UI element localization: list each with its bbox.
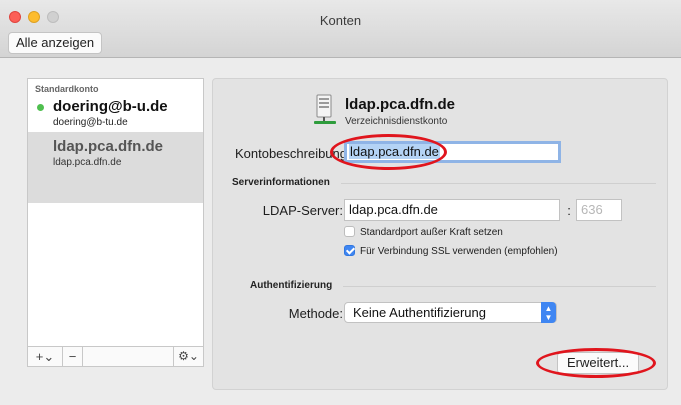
auth-section-divider	[343, 286, 656, 287]
chevron-updown-icon: ▲ ▼	[541, 302, 556, 323]
title-bar: Konten Alle anzeigen	[0, 0, 681, 58]
default-account-header: Standardkonto	[35, 84, 99, 94]
remove-account-button[interactable]: −	[63, 347, 83, 366]
sidebar-toolbar: +⌄ − ⚙⌄	[28, 346, 203, 366]
auth-method-value: Keine Authentifizierung	[353, 305, 486, 320]
description-value: ldap.pca.dfn.de	[349, 144, 440, 159]
default-port-checkbox[interactable]	[344, 226, 355, 237]
add-account-button[interactable]: +⌄	[28, 347, 63, 366]
ssl-label: Für Verbindung SSL verwenden (empfohlen)	[360, 246, 558, 257]
online-status-icon	[37, 104, 44, 111]
description-field[interactable]: ldap.pca.dfn.de	[344, 141, 561, 163]
account-detail-panel: ldap.pca.dfn.de Verzeichnisdienstkonto K…	[212, 78, 668, 390]
account-name: ldap.pca.dfn.de	[53, 138, 164, 155]
accounts-window: Konten Alle anzeigen Standardkonto doeri…	[0, 0, 681, 405]
auth-section-title: Authentifizierung	[250, 280, 333, 291]
server-section-divider	[341, 183, 656, 184]
gear-menu-button[interactable]: ⚙⌄	[173, 347, 203, 366]
sidebar-item-ldap-account[interactable]: ldap.pca.dfn.de ldap.pca.dfn.de	[28, 132, 203, 203]
show-all-button[interactable]: Alle anzeigen	[8, 32, 103, 54]
default-port-label: Standardport außer Kraft setzen	[360, 227, 503, 238]
accounts-sidebar: Standardkonto doering@b-u.de doering@b-t…	[27, 78, 204, 367]
advanced-button[interactable]: Erweitert...	[557, 352, 640, 374]
account-title: ldap.pca.dfn.de	[345, 96, 456, 113]
ldap-server-field[interactable]: ldap.pca.dfn.de	[344, 199, 560, 221]
directory-server-icon	[314, 94, 336, 124]
port-separator: :	[567, 203, 571, 218]
port-field[interactable]: 636	[576, 199, 622, 221]
description-label: Kontobeschreibung	[234, 146, 347, 161]
method-label: Methode:	[288, 306, 343, 321]
ssl-checkbox[interactable]	[344, 245, 355, 256]
auth-method-select[interactable]: Keine Authentifizierung ▲ ▼	[344, 302, 557, 323]
ldap-server-label: LDAP-Server:	[262, 203, 343, 218]
window-title: Konten	[319, 13, 362, 28]
account-address: ldap.pca.dfn.de	[53, 157, 122, 168]
server-section-title: Serverinformationen	[232, 177, 330, 188]
account-address: doering@b-tu.de	[53, 117, 128, 128]
account-type: Verzeichnisdienstkonto	[345, 116, 448, 127]
default-port-option[interactable]: Standardport außer Kraft setzen	[344, 226, 503, 238]
ssl-option[interactable]: Für Verbindung SSL verwenden (empfohlen)	[344, 245, 558, 257]
sidebar-item-doering-account[interactable]: doering@b-u.de doering@b-tu.de	[28, 95, 203, 133]
account-name: doering@b-u.de	[53, 98, 168, 115]
